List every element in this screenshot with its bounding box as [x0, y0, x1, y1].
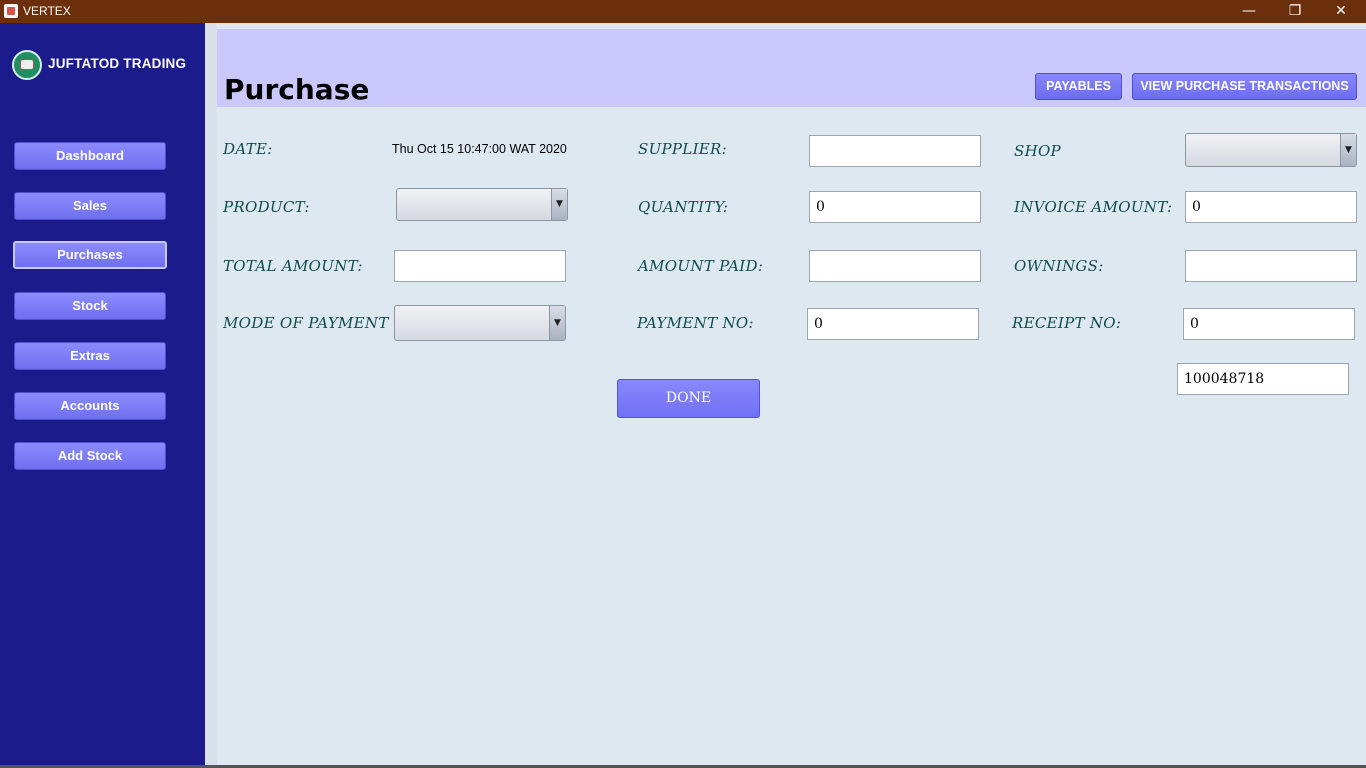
total-amount-input[interactable]: [394, 250, 566, 282]
payment-no-input[interactable]: 0: [807, 308, 979, 340]
amount-paid-input[interactable]: [809, 250, 981, 282]
window-title: VERTEX: [23, 4, 71, 18]
restore-icon[interactable]: ❐: [1272, 0, 1318, 23]
java-app-icon: [4, 4, 18, 18]
store-logo-icon: [12, 50, 42, 80]
supplier-label: SUPPLIER:: [638, 140, 727, 158]
invoice-amount-label: INVOICE AMOUNT:: [1014, 198, 1173, 216]
sidebar-item-dashboard[interactable]: Dashboard: [14, 142, 166, 170]
window-title-bar: VERTEX — ❐ ✕: [0, 0, 1366, 23]
receipt-no-label: RECEIPT NO:: [1012, 314, 1122, 332]
sidebar-item-extras[interactable]: Extras: [14, 342, 166, 370]
sidebar: JUFTATOD TRADING Dashboard Sales Purchas…: [0, 23, 205, 768]
shop-select[interactable]: ▼: [1185, 133, 1357, 167]
view-purchase-transactions-button[interactable]: VIEW PURCHASE TRANSACTIONS: [1132, 73, 1357, 100]
mode-of-payment-label: MODE OF PAYMENT: [223, 314, 389, 332]
receipt-no-input[interactable]: 0: [1183, 308, 1355, 340]
payment-no-label: PAYMENT NO:: [637, 314, 754, 332]
purchase-id-input[interactable]: 100048718: [1177, 363, 1349, 395]
panel-gutter: [205, 23, 217, 768]
total-amount-label: TOTAL AMOUNT:: [223, 257, 363, 275]
quantity-input[interactable]: 0: [809, 191, 981, 223]
brand-name: JUFTATOD TRADING: [48, 56, 187, 71]
supplier-input[interactable]: [809, 135, 981, 167]
mode-of-payment-select[interactable]: ▼: [394, 305, 566, 341]
ownings-input[interactable]: [1185, 250, 1357, 282]
close-icon[interactable]: ✕: [1318, 0, 1364, 23]
sidebar-item-stock[interactable]: Stock: [14, 292, 166, 320]
quantity-label: QUANTITY:: [638, 198, 729, 216]
amount-paid-label: AMOUNT PAID:: [638, 257, 764, 275]
minimize-icon[interactable]: —: [1226, 0, 1272, 23]
sidebar-item-accounts[interactable]: Accounts: [14, 392, 166, 420]
chevron-down-icon[interactable]: ▼: [551, 189, 567, 220]
sidebar-item-add-stock[interactable]: Add Stock: [14, 442, 166, 470]
shop-label: SHOP: [1014, 142, 1061, 160]
date-value: Thu Oct 15 10:47:00 WAT 2020: [392, 142, 567, 156]
chevron-down-icon[interactable]: ▼: [549, 306, 565, 340]
sidebar-item-sales[interactable]: Sales: [14, 192, 166, 220]
invoice-amount-input[interactable]: 0: [1185, 191, 1357, 223]
payables-button[interactable]: PAYABLES: [1035, 73, 1122, 100]
chevron-down-icon[interactable]: ▼: [1340, 134, 1356, 166]
page-title: Purchase: [224, 73, 370, 106]
page-header: Purchase PAYABLES VIEW PURCHASE TRANSACT…: [217, 29, 1366, 107]
product-label: PRODUCT:: [223, 198, 310, 216]
ownings-label: OWNINGS:: [1014, 257, 1104, 275]
sidebar-item-purchases[interactable]: Purchases: [13, 241, 167, 269]
date-label: DATE:: [223, 140, 273, 158]
product-select[interactable]: ▼: [396, 188, 568, 221]
done-button[interactable]: DONE: [617, 379, 760, 418]
